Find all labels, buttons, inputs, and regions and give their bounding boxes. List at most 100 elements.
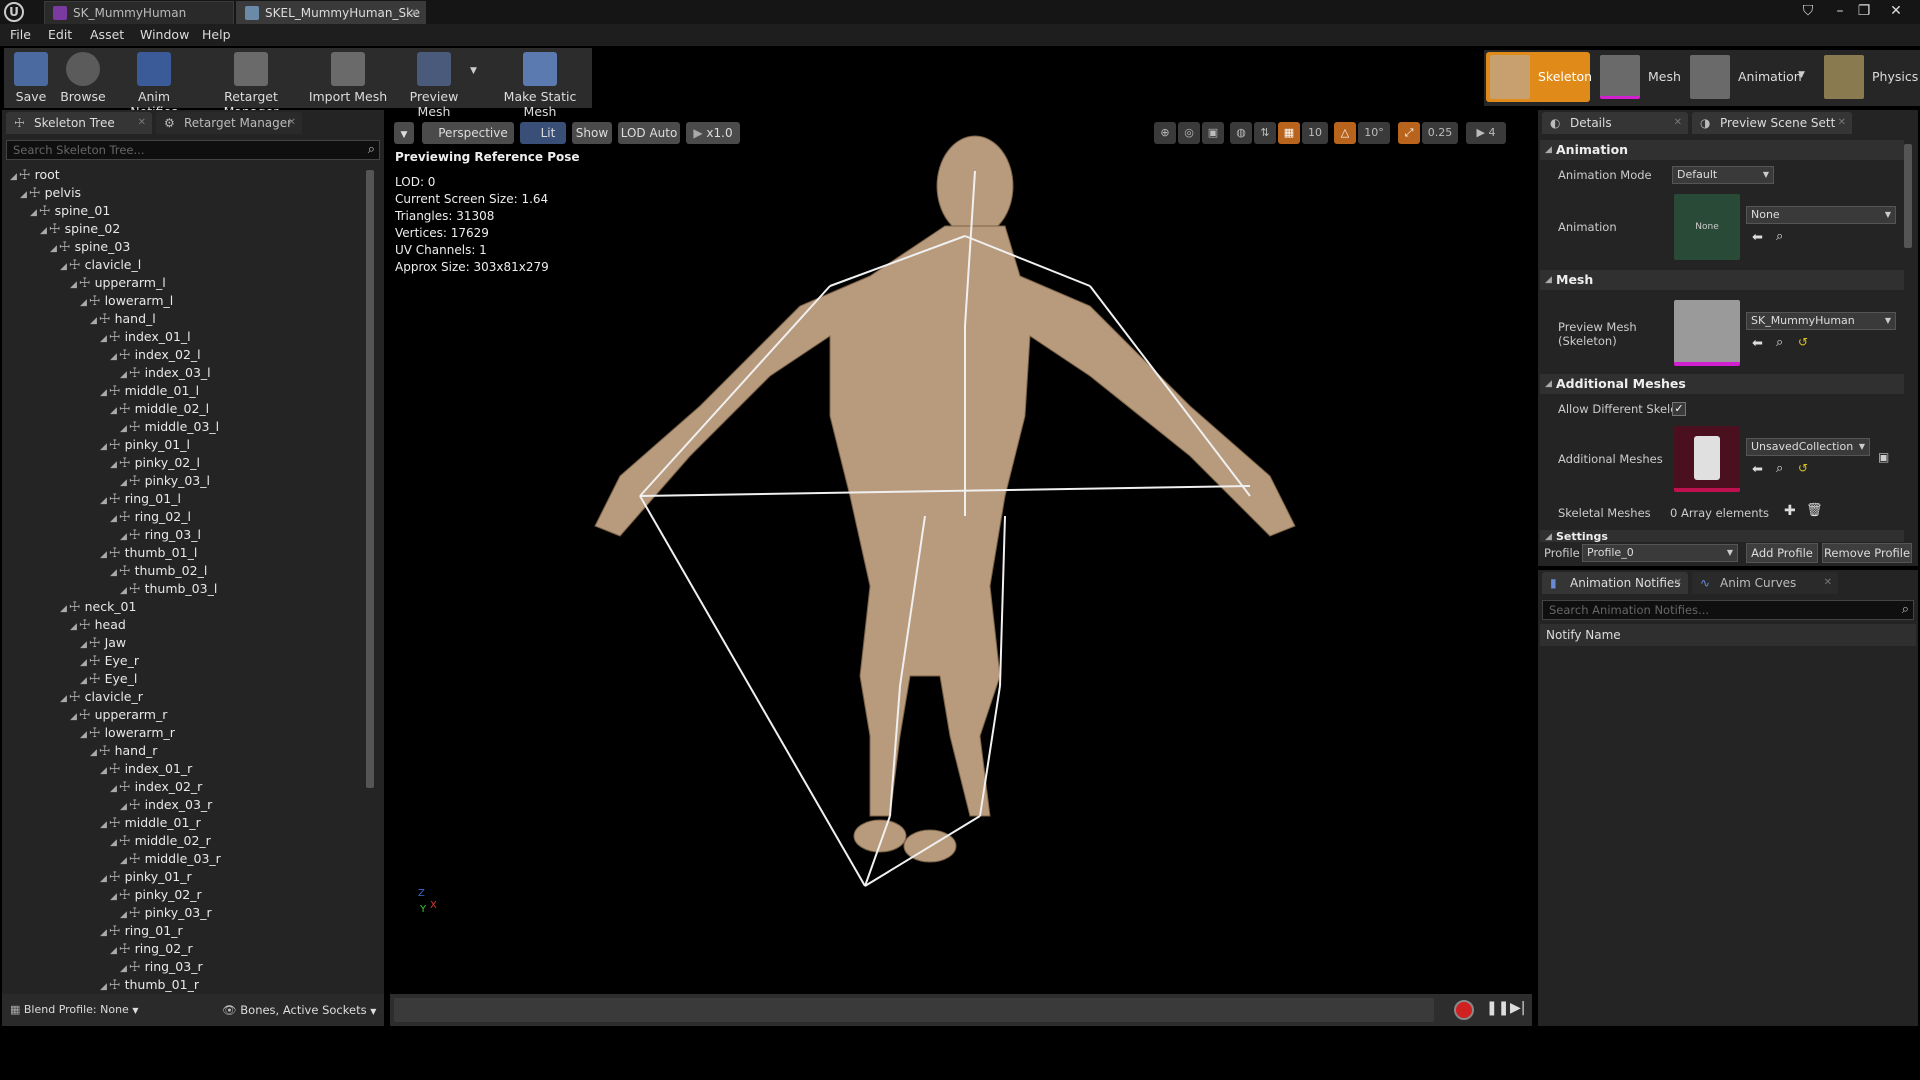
tree-row[interactable]: ◢ ☩ middle_03_r (120, 850, 221, 868)
retarget-manager-button[interactable]: Retarget Manager (198, 48, 304, 119)
expand-arrow-icon[interactable]: ◢ (50, 244, 57, 254)
expand-arrow-icon[interactable]: ◢ (10, 172, 17, 182)
tree-row[interactable]: ◢ ☩ upperarm_l (70, 274, 166, 292)
trash-icon[interactable]: 🗑 (1806, 503, 1823, 518)
close-icon[interactable]: ✕ (1674, 572, 1682, 594)
blend-profile-dropdown[interactable]: ▦ Blend Profile: None ▼ (10, 1003, 138, 1016)
tree-row[interactable]: ◢ ☩ ring_02_r (110, 940, 193, 958)
section-animation[interactable]: ◢ Animation (1540, 140, 1904, 160)
notify-name-column-header[interactable]: Notify Name (1540, 624, 1916, 646)
tree-row[interactable]: ◢ ☩ index_03_r (120, 796, 212, 814)
tree-row[interactable]: ◢ ☩ spine_03 (50, 238, 130, 256)
tree-row[interactable]: ◢ ☩ Eye_r (80, 652, 139, 670)
browse-icon[interactable]: ⌕ (1776, 229, 1783, 244)
animation-thumbnail[interactable]: None (1674, 194, 1740, 260)
menu-help[interactable]: Help (202, 27, 231, 42)
search-icon[interactable]: ⌕ (1902, 601, 1909, 619)
maximize-icon[interactable]: ❐ (1852, 0, 1876, 22)
mode-skeleton[interactable]: Skeleton (1486, 52, 1592, 102)
section-additional-meshes[interactable]: ◢ Additional Meshes (1540, 374, 1904, 394)
tree-row[interactable]: ◢ ☩ ring_03_l (120, 526, 201, 544)
expand-arrow-icon[interactable]: ◢ (120, 424, 127, 434)
tree-row[interactable]: ◢ ☩ ring_03_r (120, 958, 203, 976)
additional-meshes-dropdown[interactable]: UnsavedCollection ▼ (1746, 438, 1870, 456)
allow-different-skeleton-checkbox[interactable]: ✓ (1672, 402, 1686, 416)
expand-arrow-icon[interactable]: ◢ (100, 820, 107, 830)
expand-arrow-icon[interactable]: ◢ (30, 208, 37, 218)
expand-arrow-icon[interactable]: ◢ (60, 604, 67, 614)
tab-anim-curves[interactable]: ∿ Anim Curves ✕ (1692, 572, 1838, 594)
expand-arrow-icon[interactable]: ◢ (110, 514, 117, 524)
expand-arrow-icon[interactable]: ◢ (90, 316, 97, 326)
tree-row[interactable]: ◢ ☩ index_02_r (110, 778, 202, 796)
tree-scrollbar[interactable] (366, 170, 374, 788)
expand-arrow-icon[interactable]: ◢ (70, 280, 77, 290)
record-icon[interactable] (1454, 1000, 1474, 1020)
expand-arrow-icon[interactable]: ◢ (120, 856, 127, 866)
remove-profile-button[interactable]: Remove Profile (1822, 543, 1912, 563)
animation-mode-dropdown[interactable]: Default ▼ (1672, 166, 1774, 184)
mode-animation[interactable]: Animation ▼ (1686, 52, 1806, 102)
tree-row[interactable]: ◢ ☩ pinky_01_l (100, 436, 190, 454)
chevron-down-icon[interactable]: ▼ (470, 66, 477, 76)
save-collection-icon[interactable]: ▣ (1878, 450, 1889, 464)
search-icon[interactable]: ⌕ (368, 141, 375, 159)
expand-arrow-icon[interactable]: ◢ (80, 658, 87, 668)
tree-row[interactable]: ◢ ☩ ring_02_l (110, 508, 191, 526)
tree-row[interactable]: ◢ ☩ lowerarm_r (80, 724, 175, 742)
tab-skeleton-tree[interactable]: ☩ Skeleton Tree ✕ (6, 112, 152, 134)
tree-row[interactable]: ◢ ☩ hand_l (90, 310, 156, 328)
tree-row[interactable]: ◢ ☩ index_03_l (120, 364, 211, 382)
tree-row[interactable]: ◢ ☩ Eye_l (80, 670, 137, 688)
expand-arrow-icon[interactable]: ◢ (60, 262, 67, 272)
browse-icon[interactable]: ⌕ (1776, 461, 1783, 476)
tree-row[interactable]: ◢ ☩ thumb_02_l (110, 562, 207, 580)
bone-visibility-dropdown[interactable]: 👁 Bones, Active Sockets ▼ (222, 1003, 376, 1017)
expand-arrow-icon[interactable]: ◢ (120, 586, 127, 596)
minimize-icon[interactable]: – (1828, 0, 1852, 22)
expand-arrow-icon[interactable]: ◢ (90, 748, 97, 758)
skeleton-search-input[interactable]: Search Skeleton Tree... ⌕ (6, 140, 380, 160)
close-icon[interactable]: ✕ (1838, 112, 1846, 134)
source-control-icon[interactable]: ⛉ (1796, 0, 1820, 22)
tree-row[interactable]: ◢ ☩ neck_01 (60, 598, 136, 616)
tab-details[interactable]: ◐ Details ✕ (1542, 112, 1688, 134)
expand-arrow-icon[interactable]: ◢ (100, 442, 107, 452)
expand-arrow-icon[interactable]: ◢ (120, 370, 127, 380)
close-icon[interactable]: ✕ (138, 112, 146, 134)
doc-tab-skeleton[interactable]: SKEL_MummyHuman_Ske ✕ (236, 1, 426, 24)
expand-arrow-icon[interactable]: ◢ (100, 550, 107, 560)
tab-retarget-manager[interactable]: ⚙ Retarget Manager ✕ (156, 112, 302, 134)
tree-row[interactable]: ◢ ☩ middle_02_l (110, 400, 209, 418)
close-icon[interactable]: ✕ (410, 2, 419, 24)
expand-arrow-icon[interactable]: ◢ (100, 982, 107, 992)
tree-row[interactable]: ◢ ☩ lowerarm_l (80, 292, 173, 310)
tree-row[interactable]: ◢ ☩ thumb_01_r (100, 976, 199, 994)
tree-row[interactable]: ◢ ☩ index_02_l (110, 346, 201, 364)
tree-row[interactable]: ◢ ☩ clavicle_l (60, 256, 141, 274)
expand-arrow-icon[interactable]: ◢ (110, 352, 117, 362)
animation-asset-dropdown[interactable]: None ▼ (1746, 206, 1896, 224)
tree-row[interactable]: ◢ ☩ middle_03_l (120, 418, 219, 436)
tree-row[interactable]: ◢ ☩ spine_02 (40, 220, 120, 238)
expand-arrow-icon[interactable]: ◢ (120, 478, 127, 488)
expand-arrow-icon[interactable]: ◢ (110, 946, 117, 956)
expand-arrow-icon[interactable]: ◢ (100, 496, 107, 506)
expand-arrow-icon[interactable]: ◢ (100, 928, 107, 938)
unreal-logo-icon[interactable]: U (4, 2, 24, 22)
expand-arrow-icon[interactable]: ◢ (120, 910, 127, 920)
browse-icon[interactable]: ⌕ (1776, 335, 1783, 350)
menu-edit[interactable]: Edit (48, 27, 72, 42)
additional-meshes-thumbnail[interactable] (1674, 426, 1740, 492)
menu-window[interactable]: Window (140, 27, 189, 42)
save-button[interactable]: Save (6, 48, 56, 108)
tree-row[interactable]: ◢ ☩ ring_01_r (100, 922, 183, 940)
expand-arrow-icon[interactable]: ◢ (80, 676, 87, 686)
tree-row[interactable]: ◢ ☩ middle_01_l (100, 382, 199, 400)
tree-row[interactable]: ◢ ☩ ring_01_l (100, 490, 181, 508)
preview-mesh-thumbnail[interactable] (1674, 300, 1740, 366)
section-mesh[interactable]: ◢ Mesh (1540, 270, 1904, 290)
section-settings[interactable]: ◢ Settings (1540, 530, 1904, 542)
menu-file[interactable]: File (10, 27, 31, 42)
tab-preview-scene-settings[interactable]: ◑ Preview Scene Sett ✕ (1692, 112, 1852, 134)
